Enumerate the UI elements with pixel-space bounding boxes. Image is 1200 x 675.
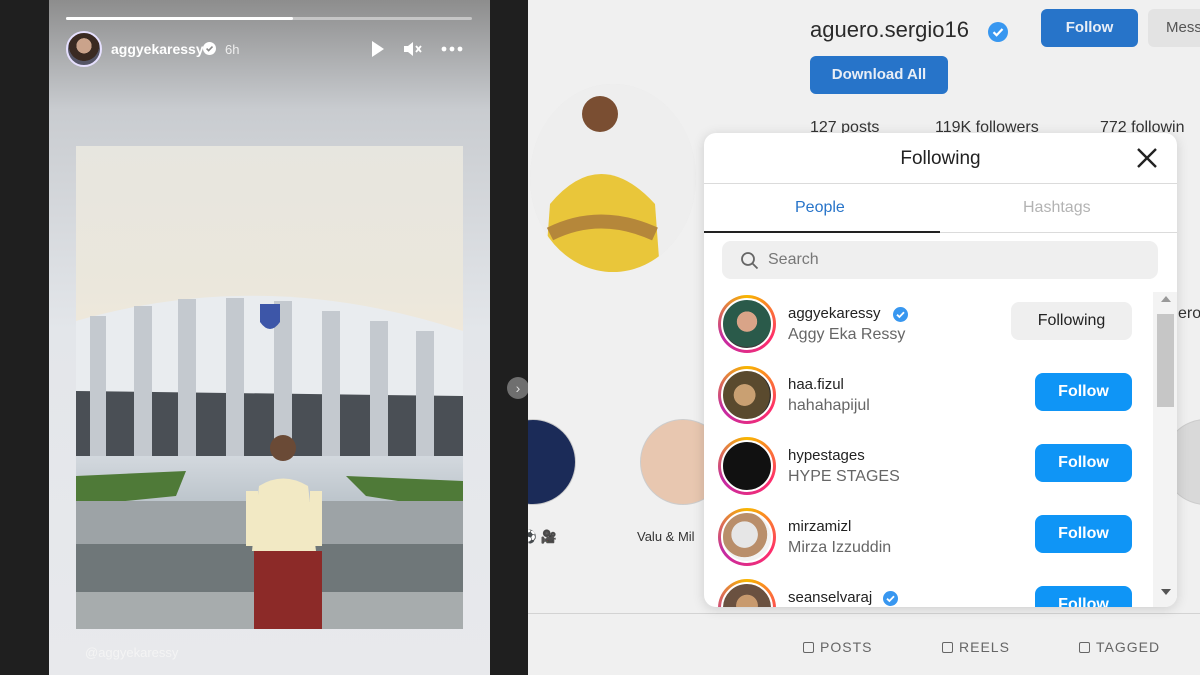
grid-icon bbox=[803, 642, 814, 653]
search-icon bbox=[740, 251, 759, 275]
scroll-up-arrow-icon[interactable] bbox=[1161, 296, 1171, 302]
list-item[interactable]: seanselvaraj Follow bbox=[704, 576, 1152, 607]
following-button[interactable]: Following bbox=[1011, 302, 1132, 340]
verified-badge-icon bbox=[883, 591, 898, 607]
account-username[interactable]: hypestages bbox=[788, 447, 865, 464]
account-username[interactable]: mirzamizl bbox=[788, 518, 851, 535]
follow-button[interactable]: Follow bbox=[1035, 586, 1132, 607]
list-item[interactable]: aggyekaressy Aggy Eka Ressy Following bbox=[704, 292, 1152, 363]
scroll-down-arrow-icon[interactable] bbox=[1161, 589, 1171, 595]
active-tab-indicator bbox=[704, 231, 940, 233]
story-photo bbox=[76, 146, 463, 629]
account-username[interactable]: haa.fizul bbox=[788, 376, 844, 393]
tabs-divider bbox=[528, 613, 1200, 614]
account-full-name: HYPE STAGES bbox=[788, 468, 900, 485]
profile-avatar[interactable] bbox=[530, 84, 696, 272]
follow-button[interactable]: Follow bbox=[1035, 515, 1132, 553]
profile-username: aguero.sergio16 bbox=[810, 17, 970, 42]
story-avatar[interactable] bbox=[66, 31, 102, 67]
follow-button[interactable]: Follow bbox=[1035, 373, 1132, 411]
account-username[interactable]: aggyekaressy bbox=[788, 305, 881, 322]
dialog-divider bbox=[704, 183, 1177, 184]
tab-reels-label: REELS bbox=[959, 639, 1010, 655]
tab-people[interactable]: People bbox=[795, 199, 845, 217]
list-item[interactable]: haa.fizul hahahapijul Follow bbox=[704, 363, 1152, 434]
verified-badge-icon bbox=[988, 22, 1008, 47]
story-time: 6h bbox=[225, 42, 240, 57]
story-progress-fill bbox=[66, 17, 294, 20]
tab-tagged-label: TAGGED bbox=[1096, 639, 1161, 655]
stadium-photo-illustration bbox=[76, 295, 463, 629]
download-all-button[interactable]: Download All bbox=[810, 56, 948, 94]
scroll-thumb[interactable] bbox=[1157, 314, 1174, 407]
tab-posts-label: POSTS bbox=[820, 639, 873, 655]
avatar[interactable] bbox=[718, 579, 776, 607]
more-options-icon[interactable] bbox=[440, 38, 464, 65]
mute-icon[interactable] bbox=[401, 38, 423, 65]
profile-follow-button[interactable]: Follow bbox=[1041, 9, 1138, 47]
close-icon[interactable] bbox=[1135, 146, 1159, 170]
account-full-name: hahahapijul bbox=[788, 397, 870, 414]
scrollbar[interactable] bbox=[1153, 292, 1177, 607]
tab-hashtags[interactable]: Hashtags bbox=[1023, 199, 1091, 217]
avatar[interactable] bbox=[718, 366, 776, 424]
verified-badge-icon bbox=[203, 42, 216, 60]
reels-icon bbox=[942, 642, 953, 653]
follow-button[interactable]: Follow bbox=[1035, 444, 1132, 482]
list-item[interactable]: mirzamizl Mirza Izzuddin Follow bbox=[704, 505, 1152, 576]
tagged-icon bbox=[1079, 642, 1090, 653]
account-full-name: Aggy Eka Ressy bbox=[788, 326, 906, 343]
tab-posts[interactable]: POSTS bbox=[803, 639, 872, 655]
play-icon[interactable] bbox=[369, 38, 387, 65]
dialog-title: Following bbox=[900, 148, 981, 169]
following-dialog: Following People Hashtags aggyekaressy A… bbox=[704, 133, 1177, 607]
following-list: aggyekaressy Aggy Eka Ressy Following ha… bbox=[704, 292, 1152, 607]
profile-photo-illustration bbox=[530, 84, 696, 272]
search-box[interactable] bbox=[722, 241, 1158, 279]
profile-bio-fragment: ero bbox=[1178, 305, 1200, 322]
account-username[interactable]: seanselvaraj bbox=[788, 589, 872, 606]
story-viewer: aggyekaressy 6h @aggyekaressy bbox=[49, 0, 490, 675]
story-username[interactable]: aggyekaressy bbox=[111, 41, 204, 57]
avatar[interactable] bbox=[718, 508, 776, 566]
message-button[interactable]: Mess bbox=[1148, 9, 1200, 47]
search-input[interactable] bbox=[768, 241, 1138, 279]
tab-reels[interactable]: REELS bbox=[942, 639, 1010, 655]
next-story-chevron-icon[interactable]: › bbox=[507, 377, 529, 399]
highlight-label: o ⚽ 🎥 bbox=[528, 529, 557, 544]
avatar[interactable] bbox=[718, 295, 776, 353]
story-progress-bar bbox=[66, 17, 472, 20]
story-mention[interactable]: @aggyekaressy bbox=[85, 645, 178, 660]
story-highlight[interactable] bbox=[528, 419, 576, 505]
list-item[interactable]: hypestages HYPE STAGES Follow bbox=[704, 434, 1152, 505]
avatar[interactable] bbox=[718, 437, 776, 495]
verified-badge-icon bbox=[893, 307, 908, 327]
tab-tagged[interactable]: TAGGED bbox=[1079, 639, 1160, 655]
highlight-label: Valu & Mil bbox=[637, 529, 695, 544]
account-full-name: Mirza Izzuddin bbox=[788, 539, 892, 556]
